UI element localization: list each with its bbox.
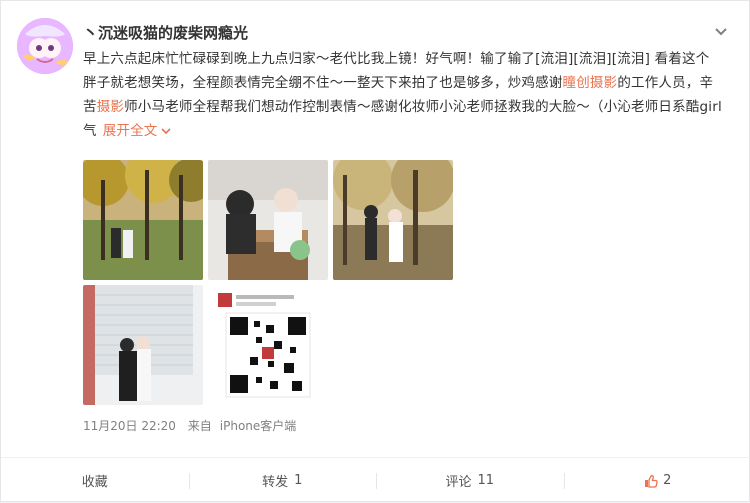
collect-label: 收藏 (82, 471, 108, 490)
photo-thumbnail-3[interactable] (333, 160, 453, 280)
repost-label: 转发 (262, 471, 288, 490)
username[interactable]: 丶沉迷吸猫的废柴网瘾光 (83, 23, 248, 43)
photo-building-couple (83, 285, 203, 405)
expand-full-text-link[interactable]: 展开全文 (103, 123, 172, 139)
comment-button[interactable]: 评论 11 (376, 458, 564, 503)
collect-button[interactable]: 收藏 (1, 458, 189, 503)
post-actions-bar: 收藏 转发 1 评论 11 2 (1, 457, 750, 503)
chevron-down-icon (160, 125, 172, 137)
photo-qr-screenshot (208, 285, 328, 405)
weibo-post-card: 丶沉迷吸猫的废柴网瘾光 早上六点起床忙忙碌碌到晚上九点归家～老代比我上镜！好气啊… (0, 0, 750, 502)
comment-label: 评论 (445, 471, 471, 490)
expand-label: 展开全文 (103, 123, 158, 139)
like-button[interactable]: 2 (564, 458, 750, 503)
topic-link-photography[interactable]: 摄影 (97, 99, 124, 115)
chevron-down-icon[interactable] (713, 23, 729, 39)
post-meta: 11月20日 22:20 来自 iPhone客户端 (83, 417, 304, 435)
post-text-part3: 师小马老师全程帮我们想动作控制表情～感谢化妆师小沁老师拯救我的大脸～（小沁老师日… (83, 99, 722, 139)
photo-autumn-park (83, 160, 203, 280)
photo-thumbnail-2[interactable] (208, 160, 328, 280)
avatar-illustration (17, 18, 73, 74)
like-count: 2 (663, 473, 671, 488)
post-content: 早上六点起床忙忙碌碌到晚上九点归家～老代比我上镜！好气啊！输了输了[流泪][流泪… (83, 47, 723, 143)
mention-link-studio[interactable]: 瞳创摄影 (563, 75, 618, 91)
photo-indoor-signing (208, 160, 328, 280)
avatar[interactable] (17, 18, 73, 74)
post-from-label: 来自 (188, 419, 212, 433)
post-date[interactable]: 11月20日 22:20 (83, 419, 176, 433)
photo-forest-couple (333, 160, 453, 280)
repost-button[interactable]: 转发 1 (189, 458, 377, 503)
photo-thumbnail-1[interactable] (83, 160, 203, 280)
thumbs-up-icon (643, 473, 659, 489)
comment-count: 11 (477, 473, 494, 488)
repost-count: 1 (294, 473, 302, 488)
photo-thumbnail-qr[interactable] (208, 285, 328, 405)
post-client[interactable]: iPhone客户端 (220, 419, 297, 433)
photo-thumbnail-4[interactable] (83, 285, 203, 405)
